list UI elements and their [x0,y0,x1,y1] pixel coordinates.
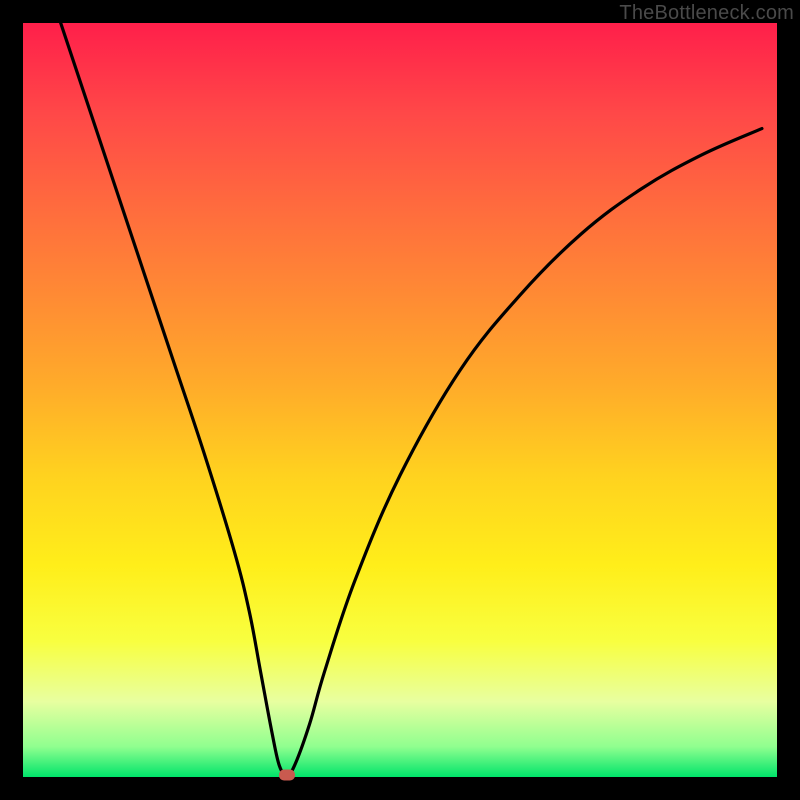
bottleneck-curve [23,23,777,777]
optimal-point-marker [279,769,295,780]
watermark-text: TheBottleneck.com [619,2,794,25]
plot-area [23,23,777,777]
chart-frame: TheBottleneck.com [0,0,800,800]
